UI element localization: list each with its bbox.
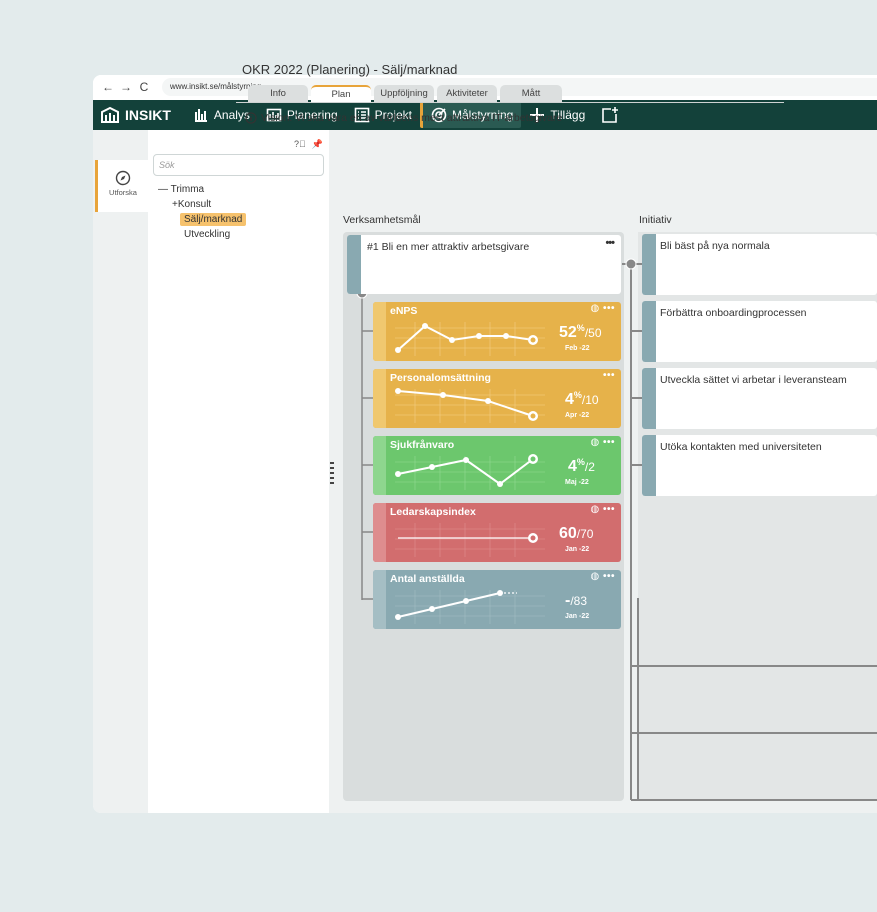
initiative-stripe bbox=[642, 301, 656, 362]
kpi-stripe bbox=[373, 302, 386, 361]
kpi-name: Sjukfrånvaro bbox=[390, 439, 455, 451]
initiative-card[interactable]: Utveckla sättet vi arbetar i leveranstea… bbox=[642, 368, 877, 429]
initiative-stripe bbox=[642, 435, 656, 496]
kpi-card[interactable]: Personalomsättning ••• 4%/10 Apr -22 bbox=[373, 369, 621, 428]
kpi-value: 4%/2 bbox=[568, 457, 595, 475]
kpi-sparkline bbox=[395, 322, 545, 356]
kpi-actions-icon[interactable]: ◍ ••• bbox=[590, 571, 615, 582]
kpi-actions-icon[interactable]: ◍ ••• bbox=[590, 303, 615, 314]
kpi-stripe bbox=[373, 436, 386, 495]
kpi-name: Ledarskapsindex bbox=[390, 506, 476, 518]
kpi-stripe bbox=[373, 570, 386, 629]
kpi-date: Maj -22 bbox=[565, 479, 589, 486]
resize-handle[interactable] bbox=[330, 462, 334, 484]
kpi-value: -/83 bbox=[565, 592, 588, 609]
goal-card-stripe bbox=[347, 235, 361, 294]
kpi-name: Antal anställda bbox=[390, 573, 465, 585]
goal-title: #1 Bli en mer attraktiv arbetsgivare bbox=[367, 241, 530, 253]
initiative-title: Bli bäst på nya normala bbox=[660, 240, 770, 252]
goal-card[interactable]: #1 Bli en mer attraktiv arbetsgivare ••• bbox=[347, 235, 621, 294]
kpi-date: Jan -22 bbox=[565, 613, 590, 620]
initiative-stripe bbox=[642, 368, 656, 429]
kpi-stripe bbox=[373, 503, 386, 562]
more-options-icon[interactable]: ••• bbox=[603, 370, 615, 381]
kpi-stripe bbox=[373, 369, 386, 428]
kpi-card[interactable]: Ledarskapsindex ◍ ••• 60/70 Jan -22 bbox=[373, 503, 621, 562]
kpi-date: Jan -22 bbox=[565, 546, 590, 553]
kpi-sparkline bbox=[395, 590, 545, 624]
kpi-card[interactable]: eNPS ◍ ••• 52%/50 Feb -22 bbox=[373, 302, 621, 361]
kpi-value: 60/70 bbox=[559, 525, 594, 542]
kpi-actions-icon[interactable]: ◍ ••• bbox=[590, 504, 615, 515]
kpi-sparkline bbox=[395, 523, 545, 557]
initiative-title: Utveckla sättet vi arbetar i leveranstea… bbox=[660, 374, 847, 386]
kpi-sparkline bbox=[395, 454, 545, 490]
kpi-card[interactable]: Sjukfrånvaro ◍ ••• 4%/2 Maj -22 bbox=[373, 436, 621, 495]
kpi-date: Feb -22 bbox=[565, 345, 590, 352]
more-options-icon[interactable]: ••• bbox=[605, 237, 615, 249]
kpi-sparkline bbox=[395, 388, 545, 423]
kpi-actions-icon[interactable]: ◍ ••• bbox=[590, 437, 615, 448]
kpi-value: 4%/10 bbox=[565, 390, 599, 408]
initiative-card[interactable]: Utöka kontakten med universiteten bbox=[642, 435, 877, 496]
kpi-date: Apr -22 bbox=[565, 412, 590, 419]
kpi-name: eNPS bbox=[390, 305, 418, 317]
initiative-card[interactable]: Förbättra onboardingprocessen bbox=[642, 301, 877, 362]
initiative-card[interactable]: Bli bäst på nya normala bbox=[642, 234, 877, 295]
initiative-title: Utöka kontakten med universiteten bbox=[660, 441, 822, 453]
initiative-title: Förbättra onboardingprocessen bbox=[660, 307, 807, 319]
kpi-value: 52%/50 bbox=[559, 323, 602, 341]
kpi-name: Personalomsättning bbox=[390, 372, 491, 384]
kpi-card[interactable]: Antal anställda ◍ ••• -/83 Jan -22 bbox=[373, 570, 621, 629]
initiative-stripe bbox=[642, 234, 656, 295]
